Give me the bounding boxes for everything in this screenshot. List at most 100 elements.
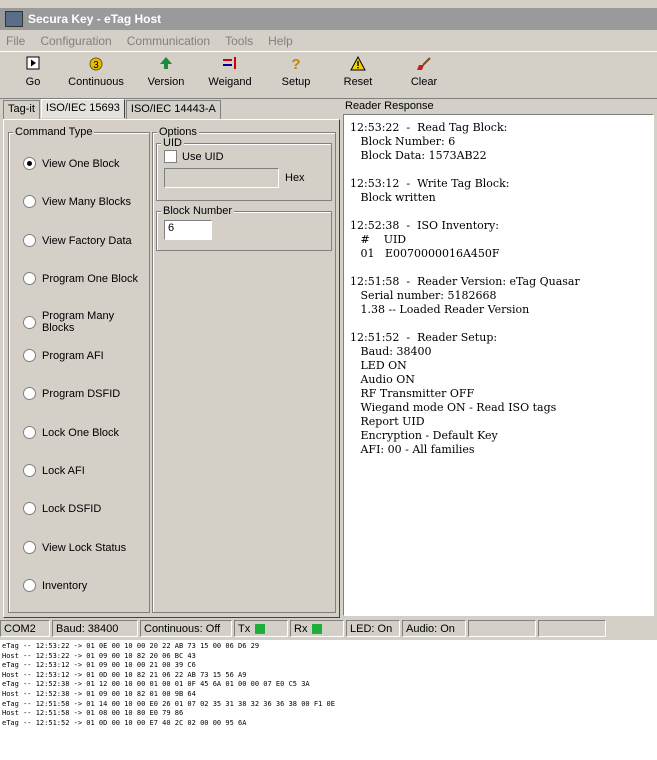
- response-line: AFI: 00 - All families: [350, 443, 475, 456]
- tab-tag-it[interactable]: Tag-it: [3, 100, 40, 119]
- weigand-button[interactable]: Weigand: [200, 56, 260, 88]
- response-line: 12:51:58 - Reader Version: eTag Quasar: [350, 275, 580, 288]
- status-led: LED: On: [346, 620, 400, 637]
- command-type-group: Command Type View One Block View Many Bl…: [8, 126, 150, 613]
- brush-icon: [394, 56, 454, 74]
- status-bar: COM2 Baud: 38400 Continuous: Off Tx Rx L…: [0, 619, 657, 638]
- hex-label: Hex: [285, 172, 305, 184]
- status-tx: Tx: [234, 620, 288, 637]
- radio-view-lock-status[interactable]: View Lock Status: [23, 541, 126, 554]
- svg-text:3: 3: [93, 60, 99, 71]
- response-line: 1.38 -- Loaded Reader Version: [350, 303, 530, 316]
- response-line: 12:53:22 - Read Tag Block:: [350, 121, 508, 134]
- radio-icon: [23, 579, 36, 592]
- block-number-input[interactable]: 6: [164, 220, 212, 240]
- response-line: LED ON: [350, 359, 407, 372]
- response-entry: 12:53:22 - Read Tag Block: Block Number:…: [350, 121, 653, 163]
- status-baud: Baud: 38400: [52, 620, 138, 637]
- radio-view-factory-data[interactable]: View Factory Data: [23, 234, 132, 247]
- status-continuous: Continuous: Off: [140, 620, 232, 637]
- response-line: Serial number: 5182668: [350, 289, 497, 302]
- uid-label: UID: [161, 137, 184, 149]
- radio-icon: [23, 272, 36, 285]
- radio-icon: [23, 464, 36, 477]
- tab-iso-15693[interactable]: ISO/IEC 15693: [40, 99, 125, 118]
- menu-configuration[interactable]: Configuration: [40, 34, 111, 48]
- status-port: COM2: [0, 620, 50, 637]
- continuous-button[interactable]: 3 Continuous: [66, 56, 126, 88]
- response-line: Encryption - Default Key: [350, 429, 498, 442]
- tab-iso-14443a[interactable]: ISO/IEC 14443-A: [125, 100, 221, 119]
- log-line: Host -- 12:53:12 -> 01 0D 00 10 82 21 06…: [2, 670, 247, 679]
- log-line: Host -- 12:51:58 -> 01 08 00 10 80 E0 79…: [2, 709, 184, 718]
- go-button[interactable]: Go: [3, 56, 63, 88]
- rx-led-icon: [312, 623, 323, 634]
- log-line: eTag -- 12:51:52 -> 01 0D 00 10 00 E7 40…: [2, 718, 247, 727]
- radio-view-one-block[interactable]: View One Block: [23, 157, 119, 170]
- response-line: 01 E0070000016A450F: [350, 247, 500, 260]
- version-icon: [136, 56, 196, 74]
- reader-response-box[interactable]: 12:53:22 - Read Tag Block: Block Number:…: [343, 114, 654, 616]
- response-line: Block Number: 6: [350, 135, 456, 148]
- radio-view-many-blocks[interactable]: View Many Blocks: [23, 195, 131, 208]
- radio-lock-afi[interactable]: Lock AFI: [23, 464, 85, 477]
- radio-icon: [23, 234, 36, 247]
- weigand-icon: [200, 56, 260, 74]
- status-audio: Audio: On: [402, 620, 466, 637]
- setup-button[interactable]: ? Setup: [266, 56, 326, 88]
- radio-program-afi[interactable]: Program AFI: [23, 349, 104, 362]
- block-number-group: Block Number 6: [156, 205, 332, 251]
- radio-icon: [23, 349, 36, 362]
- radio-program-one-block[interactable]: Program One Block: [23, 272, 138, 285]
- tx-led-icon: [255, 623, 266, 634]
- clear-button[interactable]: Clear: [394, 56, 454, 88]
- log-line: Host -- 12:53:22 -> 01 09 00 10 82 20 06…: [2, 651, 196, 660]
- radio-icon: [23, 426, 36, 439]
- response-line: Block Data: 1573AB22: [350, 149, 487, 162]
- checkbox-icon: [164, 150, 177, 163]
- warning-icon: [328, 55, 388, 74]
- response-entry: 12:51:58 - Reader Version: eTag Quasar S…: [350, 275, 653, 317]
- play-icon: [3, 56, 63, 74]
- title-bar: Secura Key - eTag Host: [0, 8, 657, 30]
- response-entry: 12:51:52 - Reader Setup: Baud: 38400 LED…: [350, 331, 653, 457]
- menu-communication[interactable]: Communication: [127, 34, 210, 48]
- log-line: eTag -- 12:52:38 -> 01 12 00 10 00 01 00…: [2, 680, 310, 689]
- response-line: Baud: 38400: [350, 345, 432, 358]
- response-line: 12:52:38 - ISO Inventory:: [350, 219, 499, 232]
- log-line: eTag -- 12:51:58 -> 01 14 00 10 00 E0 26…: [2, 699, 335, 708]
- radio-program-dsfid[interactable]: Program DSFID: [23, 387, 120, 400]
- tab-strip: Tag-it ISO/IEC 15693 ISO/IEC 14443-A: [3, 99, 222, 119]
- status-empty-2: [538, 620, 606, 637]
- block-number-label: Block Number: [161, 205, 235, 217]
- response-line: RF Transmitter OFF: [350, 387, 475, 400]
- radio-program-many-blocks[interactable]: Program Many Blocks: [23, 310, 149, 334]
- log-line: eTag -- 12:53:12 -> 01 09 00 10 00 21 00…: [2, 661, 196, 670]
- radio-icon: [23, 315, 36, 329]
- status-empty-1: [468, 620, 536, 637]
- response-entry: 12:53:12 - Write Tag Block: Block writte…: [350, 177, 653, 205]
- use-uid-checkbox[interactable]: Use UID: [164, 150, 224, 163]
- continuous-icon: 3: [66, 56, 126, 74]
- comm-log[interactable]: eTag -- 12:53:22 -> 01 0E 00 10 00 20 22…: [0, 640, 657, 760]
- menu-help[interactable]: Help: [268, 34, 293, 48]
- reset-button[interactable]: Reset: [328, 55, 388, 88]
- radio-inventory[interactable]: Inventory: [23, 579, 87, 592]
- toolbar: Go 3 Continuous Version Weigand ? Setup …: [0, 51, 657, 99]
- window-title: Secura Key - eTag Host: [28, 12, 162, 26]
- menu-file[interactable]: File: [6, 34, 25, 48]
- options-group: Options UID Use UID Hex Block Number 6: [152, 126, 336, 613]
- reader-response-label: Reader Response: [345, 100, 434, 112]
- response-line: Report UID: [350, 415, 425, 428]
- version-button[interactable]: Version: [136, 56, 196, 88]
- log-line: eTag -- 12:53:22 -> 01 0E 00 10 00 20 22…: [2, 642, 260, 650]
- response-line: # UID: [350, 233, 407, 246]
- command-type-label: Command Type: [13, 126, 95, 138]
- radio-lock-one-block[interactable]: Lock One Block: [23, 426, 119, 439]
- uid-input[interactable]: [164, 168, 279, 188]
- uid-group: UID Use UID Hex: [156, 137, 332, 201]
- menu-tools[interactable]: Tools: [225, 34, 253, 48]
- radio-lock-dsfid[interactable]: Lock DSFID: [23, 502, 101, 515]
- log-line: Host -- 12:52:38 -> 01 09 00 10 82 01 00…: [2, 689, 196, 698]
- radio-icon: [23, 387, 36, 400]
